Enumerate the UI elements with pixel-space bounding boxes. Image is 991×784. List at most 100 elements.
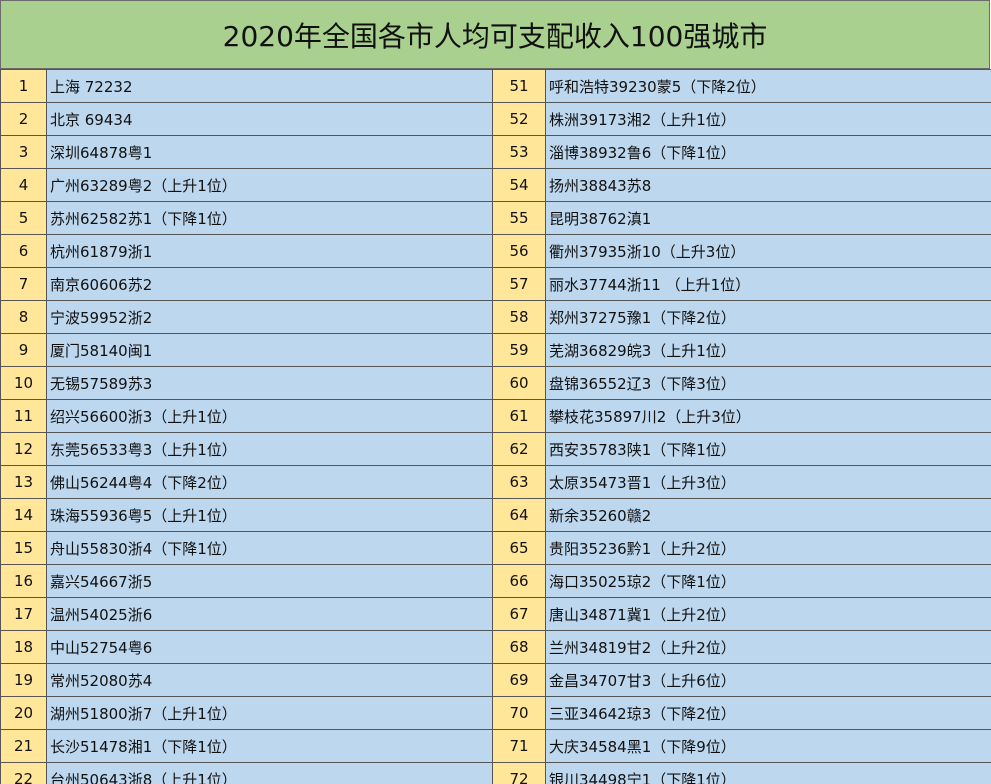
left-city-cell[interactable]: 深圳64878粤1 [46, 135, 493, 169]
left-city-cell[interactable]: 广州63289粤2（上升1位） [46, 168, 493, 202]
table-row: 21 长沙51478湘1（下降1位） 71 大庆34584黑1（下降9位） [0, 729, 991, 763]
right-city-cell[interactable]: 丽水37744浙11 （上升1位） [545, 267, 991, 301]
right-rank-cell[interactable]: 51 [492, 69, 546, 103]
left-rank-cell[interactable]: 1 [0, 69, 47, 103]
left-rank-cell[interactable]: 19 [0, 663, 47, 697]
left-city-cell[interactable]: 佛山56244粤4（下降2位） [46, 465, 493, 499]
right-city-cell[interactable]: 贵阳35236黔1（上升2位） [545, 531, 991, 565]
left-city-cell[interactable]: 舟山55830浙4（下降1位） [46, 531, 493, 565]
right-city-cell[interactable]: 银川34498宁1（下降1位） [545, 762, 991, 784]
left-city-cell[interactable]: 中山52754粤6 [46, 630, 493, 664]
left-rank-cell[interactable]: 5 [0, 201, 47, 235]
right-city-cell[interactable]: 太原35473晋1（上升3位） [545, 465, 991, 499]
left-rank-cell[interactable]: 3 [0, 135, 47, 169]
left-city-cell[interactable]: 苏州62582苏1（下降1位） [46, 201, 493, 235]
right-city-cell[interactable]: 攀枝花35897川2（上升3位） [545, 399, 991, 433]
left-city-cell[interactable]: 北京 69434 [46, 102, 493, 136]
right-city-cell[interactable]: 西安35783陕1（下降1位） [545, 432, 991, 466]
right-rank-cell[interactable]: 62 [492, 432, 546, 466]
left-city-cell[interactable]: 湖州51800浙7（上升1位） [46, 696, 493, 730]
right-rank-cell[interactable]: 70 [492, 696, 546, 730]
left-rank-cell[interactable]: 2 [0, 102, 47, 136]
left-city-cell[interactable]: 嘉兴54667浙5 [46, 564, 493, 598]
table-row: 19 常州52080苏4 69 金昌34707甘3（上升6位） [0, 663, 991, 697]
right-rank-cell[interactable]: 57 [492, 267, 546, 301]
right-rank-cell[interactable]: 63 [492, 465, 546, 499]
left-rank-cell[interactable]: 16 [0, 564, 47, 598]
table-row: 20 湖州51800浙7（上升1位） 70 三亚34642琼3（下降2位） [0, 696, 991, 730]
right-city-cell[interactable]: 大庆34584黑1（下降9位） [545, 729, 991, 763]
left-rank-cell[interactable]: 13 [0, 465, 47, 499]
left-city-cell[interactable]: 上海 72232 [46, 69, 493, 103]
table-row: 14 珠海55936粤5（上升1位） 64 新余35260赣2 [0, 498, 991, 532]
right-city-cell[interactable]: 海口35025琼2（下降1位） [545, 564, 991, 598]
left-city-cell[interactable]: 绍兴56600浙3（上升1位） [46, 399, 493, 433]
table-row: 3 深圳64878粤1 53 淄博38932鲁6（下降1位） [0, 135, 991, 169]
left-rank-cell[interactable]: 8 [0, 300, 47, 334]
right-city-cell[interactable]: 兰州34819甘2（上升2位） [545, 630, 991, 664]
right-rank-cell[interactable]: 53 [492, 135, 546, 169]
right-rank-cell[interactable]: 54 [492, 168, 546, 202]
right-city-cell[interactable]: 唐山34871冀1（上升2位） [545, 597, 991, 631]
left-city-cell[interactable]: 无锡57589苏3 [46, 366, 493, 400]
left-city-cell[interactable]: 宁波59952浙2 [46, 300, 493, 334]
right-rank-cell[interactable]: 71 [492, 729, 546, 763]
left-city-cell[interactable]: 杭州61879浙1 [46, 234, 493, 268]
right-rank-cell[interactable]: 67 [492, 597, 546, 631]
left-city-cell[interactable]: 长沙51478湘1（下降1位） [46, 729, 493, 763]
left-rank-cell[interactable]: 10 [0, 366, 47, 400]
right-rank-cell[interactable]: 69 [492, 663, 546, 697]
left-city-cell[interactable]: 常州52080苏4 [46, 663, 493, 697]
right-rank-cell[interactable]: 59 [492, 333, 546, 367]
left-rank-cell[interactable]: 17 [0, 597, 47, 631]
right-city-cell[interactable]: 淄博38932鲁6（下降1位） [545, 135, 991, 169]
right-rank-cell[interactable]: 55 [492, 201, 546, 235]
table-row: 17 温州54025浙6 67 唐山34871冀1（上升2位） [0, 597, 991, 631]
right-city-cell[interactable]: 昆明38762滇1 [545, 201, 991, 235]
left-city-cell[interactable]: 东莞56533粤3（上升1位） [46, 432, 493, 466]
right-city-cell[interactable]: 扬州38843苏8 [545, 168, 991, 202]
right-rank-cell[interactable]: 64 [492, 498, 546, 532]
right-city-cell[interactable]: 芜湖36829皖3（上升1位） [545, 333, 991, 367]
right-city-cell[interactable]: 株洲39173湘2（上升1位） [545, 102, 991, 136]
right-rank-cell[interactable]: 65 [492, 531, 546, 565]
right-rank-cell[interactable]: 61 [492, 399, 546, 433]
page-title: 2020年全国各市人均可支配收入100强城市 [222, 19, 768, 53]
table-row: 11 绍兴56600浙3（上升1位） 61 攀枝花35897川2（上升3位） [0, 399, 991, 433]
left-rank-cell[interactable]: 4 [0, 168, 47, 202]
left-city-cell[interactable]: 台州50643浙8（上升1位） [46, 762, 493, 784]
left-rank-cell[interactable]: 18 [0, 630, 47, 664]
right-rank-cell[interactable]: 52 [492, 102, 546, 136]
right-city-cell[interactable]: 盘锦36552辽3（下降3位） [545, 366, 991, 400]
right-rank-cell[interactable]: 68 [492, 630, 546, 664]
title-cell[interactable]: 2020年全国各市人均可支配收入100强城市 [0, 0, 990, 69]
right-rank-cell[interactable]: 56 [492, 234, 546, 268]
right-rank-cell[interactable]: 60 [492, 366, 546, 400]
right-rank-cell[interactable]: 66 [492, 564, 546, 598]
table-row: 6 杭州61879浙1 56 衢州37935浙10（上升3位） [0, 234, 991, 268]
left-city-cell[interactable]: 温州54025浙6 [46, 597, 493, 631]
left-rank-cell[interactable]: 22 [0, 762, 47, 784]
left-rank-cell[interactable]: 7 [0, 267, 47, 301]
left-rank-cell[interactable]: 6 [0, 234, 47, 268]
right-rank-cell[interactable]: 58 [492, 300, 546, 334]
left-rank-cell[interactable]: 15 [0, 531, 47, 565]
left-rank-cell[interactable]: 12 [0, 432, 47, 466]
right-city-cell[interactable]: 呼和浩特39230蒙5（下降2位） [545, 69, 991, 103]
left-rank-cell[interactable]: 11 [0, 399, 47, 433]
right-city-cell[interactable]: 金昌34707甘3（上升6位） [545, 663, 991, 697]
left-city-cell[interactable]: 厦门58140闽1 [46, 333, 493, 367]
table-row: 13 佛山56244粤4（下降2位） 63 太原35473晋1（上升3位） [0, 465, 991, 499]
right-city-cell[interactable]: 新余35260赣2 [545, 498, 991, 532]
left-rank-cell[interactable]: 9 [0, 333, 47, 367]
left-city-cell[interactable]: 南京60606苏2 [46, 267, 493, 301]
right-rank-cell[interactable]: 72 [492, 762, 546, 784]
right-city-cell[interactable]: 衢州37935浙10（上升3位） [545, 234, 991, 268]
right-city-cell[interactable]: 三亚34642琼3（下降2位） [545, 696, 991, 730]
left-rank-cell[interactable]: 14 [0, 498, 47, 532]
table-row: 1 上海 72232 51 呼和浩特39230蒙5（下降2位） [0, 69, 991, 103]
left-city-cell[interactable]: 珠海55936粤5（上升1位） [46, 498, 493, 532]
right-city-cell[interactable]: 郑州37275豫1（下降2位） [545, 300, 991, 334]
left-rank-cell[interactable]: 20 [0, 696, 47, 730]
left-rank-cell[interactable]: 21 [0, 729, 47, 763]
